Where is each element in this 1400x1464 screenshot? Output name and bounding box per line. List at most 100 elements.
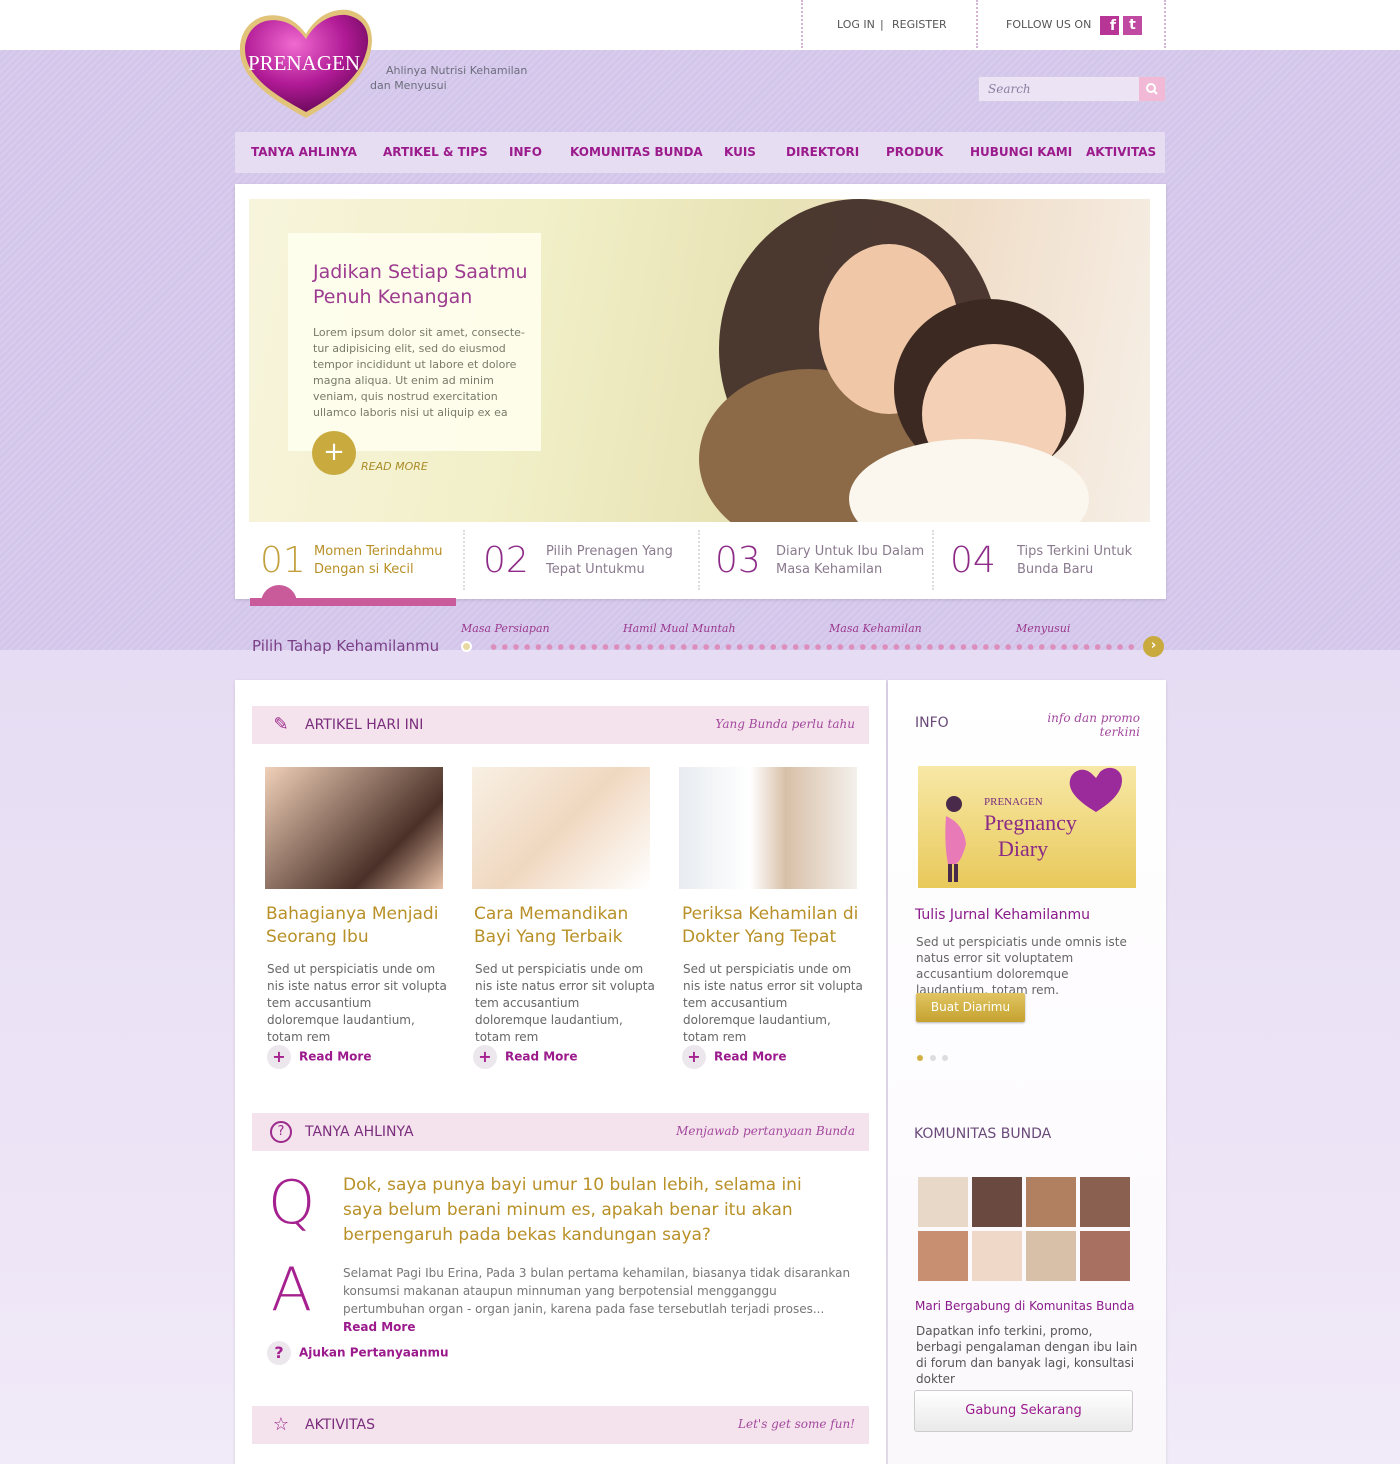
search-input[interactable]: Search [988, 82, 1031, 96]
slide-caption[interactable]: Tips Terkini Untuk Bunda Baru [1017, 543, 1132, 579]
member-avatar[interactable] [1026, 1231, 1076, 1281]
info-item-title[interactable]: Tulis Jurnal Kehamilanmu [915, 907, 1090, 923]
member-avatar[interactable] [918, 1177, 968, 1227]
stage-label[interactable]: Menyusui [1016, 622, 1070, 635]
member-avatar[interactable] [972, 1231, 1022, 1281]
pregnant-woman-icon [945, 796, 966, 882]
nav-komunitas-bunda[interactable]: KOMUNITAS BUNDA [570, 145, 703, 159]
hero-title: Jadikan Setiap Saatmu Penuh Kenangan [313, 261, 528, 308]
nav-hubungi-kami[interactable]: HUBUNGI KAMI [970, 145, 1072, 159]
hero-text: Lorem ipsum dolor sit amet, consecte-tur… [313, 326, 525, 419]
stage-label[interactable]: Masa Persiapan [461, 622, 550, 635]
komunitas-item-text: Dapatkan info terkini, promo, berbagi pe… [916, 1324, 1138, 1386]
member-avatar[interactable] [1026, 1177, 1076, 1227]
member-avatar[interactable] [1080, 1177, 1130, 1227]
carousel-dot-active[interactable] [917, 1055, 923, 1061]
member-avatar[interactable] [918, 1231, 968, 1281]
section-title: TANYA AHLINYA [305, 1124, 414, 1140]
nav-kuis[interactable]: KUIS [724, 145, 756, 159]
divider [463, 530, 465, 590]
nav-artikel-tips[interactable]: ARTIKEL & TIPS [383, 145, 488, 159]
section-subtitle: Yang Bunda perlu tahu [715, 717, 855, 731]
article-title[interactable]: Bahagianya Menjadi Seorang Ibu [266, 903, 446, 949]
answer-text: Selamat Pagi Ibu Erina, Pada 3 bulan per… [343, 1266, 851, 1334]
plus-icon: + [267, 1045, 291, 1069]
question-text[interactable]: Dok, saya punya bayi umur 10 bulan lebih… [343, 1173, 843, 1248]
chevron-right-icon[interactable]: › [1143, 636, 1164, 657]
slide-caption[interactable]: Pilih Prenagen Yang Tepat Untukmu [546, 543, 673, 579]
read-more-link[interactable]: + Read More [473, 1045, 578, 1069]
info-item-text: Sed ut perspiciatis unde omnis iste natu… [916, 935, 1127, 997]
slide-number[interactable]: 02 [483, 540, 529, 581]
active-slide-indicator [250, 598, 456, 606]
slide-caption[interactable]: Diary Untuk Ibu Dalam Masa Kehamilan [776, 543, 924, 579]
nav-direktori[interactable]: DIREKTORI [786, 145, 859, 159]
main-nav: TANYA AHLINYA ARTIKEL & TIPS INFO KOMUNI… [235, 132, 1165, 173]
twitter-icon[interactable]: t [1123, 16, 1142, 35]
hero-plus-button[interactable]: + [312, 431, 356, 475]
nav-aktivitas[interactable]: AKTIVITAS [1086, 145, 1156, 159]
divider [698, 530, 700, 590]
divider [1164, 0, 1166, 48]
nav-tanya-ahlinya[interactable]: TANYA AHLINYA [251, 145, 357, 159]
plus-icon: + [473, 1045, 497, 1069]
answer-mark-a: A [271, 1255, 313, 1325]
section-subtitle: Menjawab pertanyaan Bunda [676, 1124, 855, 1138]
article-title[interactable]: Cara Memandikan Bayi Yang Terbaik [474, 903, 654, 949]
follow-label: FOLLOW US ON [1006, 18, 1092, 31]
article-thumbnail[interactable] [679, 767, 857, 889]
answer-read-more[interactable]: Read More [343, 1320, 416, 1334]
heart-icon [1069, 767, 1122, 812]
aktivitas-header: ☆ AKTIVITAS Let's get some fun! [252, 1406, 869, 1444]
search-button[interactable] [1139, 77, 1165, 101]
stage-label[interactable]: Hamil Mual Muntah [623, 622, 736, 635]
slide-number[interactable]: 01 [260, 540, 306, 581]
stage-title: Pilih Tahap Kehamilanmu [252, 637, 440, 655]
pregnancy-diary-banner[interactable]: PRENAGEN Pregnancy Diary [918, 766, 1136, 888]
read-more-link[interactable]: + Read More [682, 1045, 787, 1069]
carousel-dot[interactable] [930, 1055, 936, 1061]
info-title: INFO [915, 715, 949, 731]
question-icon: ? [267, 1341, 291, 1365]
divider [976, 0, 978, 48]
article-thumbnail[interactable] [472, 767, 650, 889]
member-avatar[interactable] [972, 1177, 1022, 1227]
search-box[interactable]: Search [978, 76, 1166, 102]
register-link[interactable]: REGISTER [892, 18, 947, 31]
info-subtitle: info dan promo terkini [1047, 711, 1140, 739]
svg-text:PRENAGEN: PRENAGEN [248, 51, 360, 75]
read-more-link[interactable]: + Read More [267, 1045, 372, 1069]
question-mark-q: Q [268, 1168, 316, 1238]
slide-number[interactable]: 04 [950, 540, 996, 581]
member-avatar[interactable] [1080, 1231, 1130, 1281]
login-link[interactable]: LOG IN [837, 18, 875, 31]
stage-marker[interactable] [461, 641, 472, 652]
article-thumbnail[interactable] [265, 767, 443, 889]
section-title: ARTIKEL HARI INI [305, 717, 424, 733]
stage-timeline[interactable] [488, 644, 1138, 650]
hero-read-more[interactable]: READ MORE [361, 460, 428, 473]
article-title[interactable]: Periksa Kehamilan di Dokter Yang Tepat [682, 903, 862, 949]
top-bar [0, 0, 1400, 50]
prenagen-logo[interactable]: PRENAGEN [236, 6, 376, 122]
ask-question-link[interactable]: ? Ajukan Pertanyaanmu [267, 1341, 449, 1365]
edit-icon: ✎ [273, 714, 289, 735]
artikel-header: ✎ ARTIKEL HARI INI Yang Bunda perlu tahu [252, 706, 869, 744]
gabung-sekarang-button[interactable]: Gabung Sekarang [914, 1390, 1133, 1432]
slide-caption[interactable]: Momen Terindahmu Dengan si Kecil [314, 543, 443, 579]
stage-label[interactable]: Masa Kehamilan [829, 622, 922, 635]
article-text: Sed ut perspiciatis unde om nis iste nat… [475, 962, 655, 1044]
komunitas-title: KOMUNITAS BUNDA [914, 1126, 1052, 1142]
question-icon: ? [270, 1121, 292, 1143]
facebook-icon[interactable]: f [1100, 16, 1119, 35]
slide-number[interactable]: 03 [715, 540, 761, 581]
tanya-header: ? TANYA AHLINYA Menjawab pertanyaan Bund… [252, 1113, 869, 1151]
carousel-dot[interactable] [942, 1055, 948, 1061]
nav-produk[interactable]: PRODUK [886, 145, 943, 159]
article-text: Sed ut perspiciatis unde om nis iste nat… [267, 962, 447, 1044]
nav-info[interactable]: INFO [509, 145, 542, 159]
komunitas-item-title[interactable]: Mari Bergabung di Komunitas Bunda [915, 1299, 1135, 1313]
buat-diarimu-button[interactable]: Buat Diarimu [916, 993, 1025, 1022]
link-separator: | [880, 18, 884, 31]
search-icon [1146, 83, 1158, 95]
